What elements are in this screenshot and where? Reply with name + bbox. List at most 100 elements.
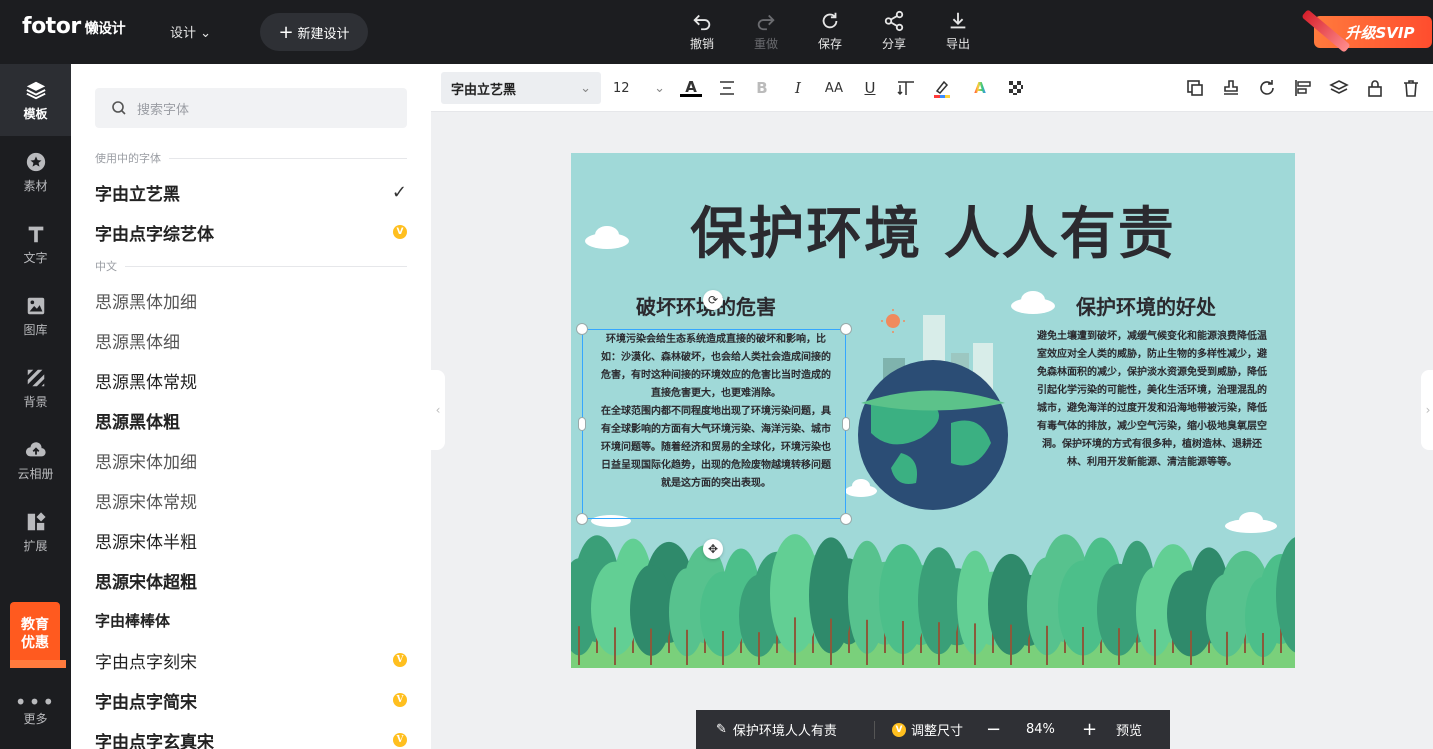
stamp-button[interactable] bbox=[1219, 76, 1243, 100]
resize-handle[interactable] bbox=[576, 323, 588, 335]
move-handle[interactable]: ✥ bbox=[703, 539, 723, 559]
font-family-select[interactable]: 字由立艺黑 ⌄ bbox=[441, 72, 601, 104]
spacing-button[interactable] bbox=[894, 76, 918, 100]
layer-button[interactable] bbox=[1327, 76, 1351, 100]
font-item[interactable]: 字由棒棒体 bbox=[95, 600, 407, 640]
rotate-icon bbox=[1260, 80, 1274, 95]
preview-button[interactable]: 预览 bbox=[1116, 710, 1142, 749]
gradient-text-button[interactable]: A bbox=[968, 76, 992, 100]
nav-elements[interactable]: 素材 bbox=[0, 136, 71, 208]
pencil-icon: ✎ bbox=[716, 722, 727, 737]
nav-background[interactable]: 背景 bbox=[0, 352, 71, 424]
align-center-icon bbox=[720, 81, 734, 95]
text-color-button[interactable]: A bbox=[679, 76, 703, 100]
zoom-in-button[interactable]: + bbox=[1082, 710, 1097, 749]
font-item[interactable]: 字由立艺黑 ✓ bbox=[95, 172, 407, 212]
section-used-fonts: 使用中的字体 bbox=[95, 150, 407, 166]
canvas-area: 保护环境 人人有责 破坏环境的危害 保护环境的好处 环境污染会给生态系统造成直接… bbox=[431, 112, 1433, 749]
font-item[interactable]: 字由点字玄真宋 V bbox=[95, 720, 407, 749]
font-item[interactable]: 思源黑体细 bbox=[95, 320, 407, 360]
font-item[interactable]: 字由点字简宋 V bbox=[95, 680, 407, 720]
line-spacing-icon bbox=[897, 81, 914, 96]
new-design-button[interactable]: + 新建设计 bbox=[260, 13, 368, 51]
divider bbox=[874, 721, 875, 739]
resize-handle[interactable] bbox=[840, 323, 852, 335]
redo-button[interactable]: 重做 bbox=[734, 10, 798, 52]
nav-more[interactable]: ••• 更多 bbox=[0, 674, 71, 746]
undo-icon bbox=[693, 14, 711, 31]
align-objects-button[interactable] bbox=[1291, 76, 1315, 100]
export-icon bbox=[950, 12, 966, 29]
copy-icon bbox=[1187, 80, 1203, 96]
resize-handle[interactable] bbox=[840, 513, 852, 525]
layers-icon bbox=[1329, 80, 1349, 94]
font-item[interactable]: 思源宋体半粗 bbox=[95, 520, 407, 560]
image-icon bbox=[27, 297, 44, 314]
zoom-out-button[interactable]: − bbox=[986, 710, 1001, 749]
font-item[interactable]: 思源黑体常规 bbox=[95, 360, 407, 400]
text-color-icon: A bbox=[685, 77, 697, 96]
font-item[interactable]: 字由点字综艺体 V bbox=[95, 212, 407, 252]
share-button[interactable]: 分享 bbox=[862, 10, 926, 52]
undo-button[interactable]: 撤销 bbox=[670, 10, 734, 52]
font-item[interactable]: 思源黑体粗 bbox=[95, 400, 407, 440]
font-size-select[interactable]: 12 ⌄ bbox=[613, 72, 665, 104]
right-paragraph[interactable]: 避免土壤遭到破坏，减缓气候变化和能源浪费降低温室效应对全人类的威胁，防止生物的多… bbox=[1037, 328, 1267, 472]
transparency-button[interactable] bbox=[1004, 76, 1028, 100]
resize-handle[interactable] bbox=[578, 417, 586, 431]
font-item[interactable]: 思源宋体超粗 bbox=[95, 560, 407, 600]
star-icon bbox=[26, 152, 45, 171]
font-item[interactable]: 思源黑体加细 bbox=[95, 280, 407, 320]
edu-discount-badge[interactable]: 教育 优惠 bbox=[10, 602, 60, 666]
nav-templates[interactable]: 模板 bbox=[0, 64, 71, 136]
font-panel: 搜索字体 使用中的字体 字由立艺黑 ✓ 字由点字综艺体 V 中文 思源黑体加细 思源… bbox=[71, 64, 431, 749]
bottom-bar: ✎ 保护环境人人有责 V 调整尺寸 − 84% + 预览 bbox=[696, 710, 1170, 749]
gradient-text-icon: A bbox=[974, 79, 986, 97]
highlight-button[interactable] bbox=[930, 76, 954, 100]
align-button[interactable] bbox=[715, 76, 739, 100]
nav-text[interactable]: 文字 bbox=[0, 208, 71, 280]
extend-icon bbox=[27, 511, 46, 530]
bold-button[interactable]: B bbox=[750, 76, 774, 100]
selection-box[interactable] bbox=[582, 329, 846, 519]
plus-icon: + bbox=[1082, 719, 1098, 740]
move-icon: ✥ bbox=[707, 542, 719, 556]
nav-extend[interactable]: 扩展 bbox=[0, 496, 71, 568]
nav-gallery[interactable]: 图库 bbox=[0, 280, 71, 352]
delete-button[interactable] bbox=[1399, 76, 1423, 100]
resize-handle[interactable] bbox=[842, 417, 850, 431]
resize-button[interactable]: V 调整尺寸 bbox=[892, 710, 963, 749]
nav-cloud-album[interactable]: 云相册 bbox=[0, 424, 71, 496]
font-item[interactable]: 思源宋体常规 bbox=[95, 480, 407, 520]
doc-name-button[interactable]: ✎ 保护环境人人有责 bbox=[716, 710, 837, 749]
copy-button[interactable] bbox=[1183, 76, 1207, 100]
underline-button[interactable]: U bbox=[858, 76, 882, 100]
trash-icon bbox=[1404, 80, 1418, 97]
resize-handle[interactable] bbox=[576, 513, 588, 525]
share-icon bbox=[884, 10, 904, 32]
save-icon bbox=[822, 12, 838, 29]
design-menu[interactable]: 设计 ⌄ bbox=[170, 22, 211, 41]
export-button[interactable]: 导出 bbox=[926, 10, 990, 52]
font-item[interactable]: 思源宋体加细 bbox=[95, 440, 407, 480]
logo[interactable]: fotor 懒设计 bbox=[22, 14, 126, 39]
upgrade-svip-button[interactable]: 升级SVIP bbox=[1301, 9, 1432, 53]
save-button[interactable]: 保存 bbox=[798, 10, 862, 52]
rotate-button[interactable] bbox=[1255, 76, 1279, 100]
vip-icon: V bbox=[892, 722, 906, 737]
chevron-down-icon: ⌄ bbox=[654, 80, 665, 96]
letter-case-icon: AA bbox=[824, 80, 844, 96]
italic-button[interactable]: I bbox=[786, 76, 810, 100]
lock-button[interactable] bbox=[1363, 76, 1387, 100]
section-chinese: 中文 bbox=[95, 258, 407, 274]
poster-title[interactable]: 保护环境 人人有责 bbox=[571, 189, 1295, 270]
zoom-level[interactable]: 84% bbox=[1026, 710, 1055, 749]
italic-icon: I bbox=[795, 79, 801, 97]
font-search-input[interactable]: 搜索字体 bbox=[95, 88, 407, 128]
letter-case-button[interactable]: AA bbox=[822, 76, 846, 100]
poster-canvas[interactable]: 保护环境 人人有责 破坏环境的危害 保护环境的好处 环境污染会给生态系统造成直接… bbox=[571, 153, 1295, 668]
rotate-handle[interactable]: ⟳ bbox=[703, 290, 723, 310]
right-heading[interactable]: 保护环境的好处 bbox=[1076, 291, 1216, 320]
edu-ribbon bbox=[10, 660, 66, 668]
font-item[interactable]: 字由点字刻宋 V bbox=[95, 640, 407, 680]
